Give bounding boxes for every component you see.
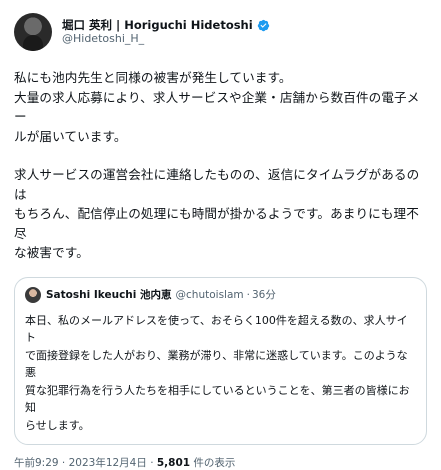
- quoted-line: 質な犯罪行為を行う人たちを相手にしているということを、第三者の皆様にお知: [25, 383, 410, 415]
- display-name[interactable]: 堀口 英利 | Horiguchi Hidetoshi: [62, 18, 253, 32]
- quoted-separator: ·: [246, 288, 250, 301]
- views-count: 5,801: [156, 457, 191, 469]
- tweet-line: もちろん、配信停止の処理にも時間が掛かるようです。あまりにも理不尽: [14, 206, 419, 241]
- tweet-meta: 午前9:29 · 2023年12月4日 · 5,801 件の表示: [14, 455, 427, 470]
- tweet-line: な被害です。: [14, 245, 89, 260]
- verified-badge-icon: [257, 19, 269, 31]
- quoted-tweet-header: Satoshi Ikeuchi 池内恵 @chutoislam · 36分: [25, 286, 416, 304]
- quoted-tweet[interactable]: Satoshi Ikeuchi 池内恵 @chutoislam · 36分 本日…: [14, 276, 427, 445]
- tweet-line: 私にも池内先生と同様の被害が発生しています。: [14, 70, 292, 85]
- quoted-display-name: Satoshi Ikeuchi 池内恵: [46, 289, 172, 301]
- avatar[interactable]: [14, 13, 52, 51]
- quoted-line: 本日、私のメールアドレスを使って、おそらく100件を超える数の、求人サイト: [25, 313, 408, 345]
- tweet: 堀口 英利 | Horiguchi Hidetoshi @Hidetoshi_H…: [0, 0, 441, 469]
- quoted-line: で面接登録をした人がおり、業務が滞り、非常に迷惑しています。このような悪: [25, 348, 408, 380]
- tweet-line: 大量の求人応募により、求人サービスや企業・店舗から数百件の電子メー: [14, 89, 420, 125]
- quoted-avatar: [25, 286, 41, 303]
- author-names: 堀口 英利 | Horiguchi Hidetoshi @Hidetoshi_H…: [62, 18, 270, 46]
- tweet-header: 堀口 英利 | Horiguchi Hidetoshi @Hidetoshi_H…: [14, 10, 427, 54]
- author-handle[interactable]: @Hidetoshi_H_: [62, 32, 270, 46]
- quoted-tweet-text: 本日、私のメールアドレスを使って、おそらく100件を超える数の、求人サイト で面…: [25, 312, 416, 435]
- quoted-handle: @chutoislam: [175, 288, 244, 301]
- tweet-timestamp[interactable]: 午前9:29 · 2023年12月4日 ·: [14, 457, 157, 469]
- quoted-time: 36分: [251, 289, 276, 301]
- tweet-line: ルが届いています。: [14, 128, 127, 144]
- views-label: 件の表示: [190, 457, 236, 469]
- display-name-row: 堀口 英利 | Horiguchi Hidetoshi: [62, 18, 270, 32]
- quoted-line: らせします。: [25, 418, 90, 432]
- tweet-text: 私にも池内先生と同様の被害が発生しています。 大量の求人応募により、求人サービス…: [14, 68, 427, 263]
- tweet-line: 求人サービスの運営会社に連絡したものの、返信にタイムラグがあるのは: [14, 167, 420, 202]
